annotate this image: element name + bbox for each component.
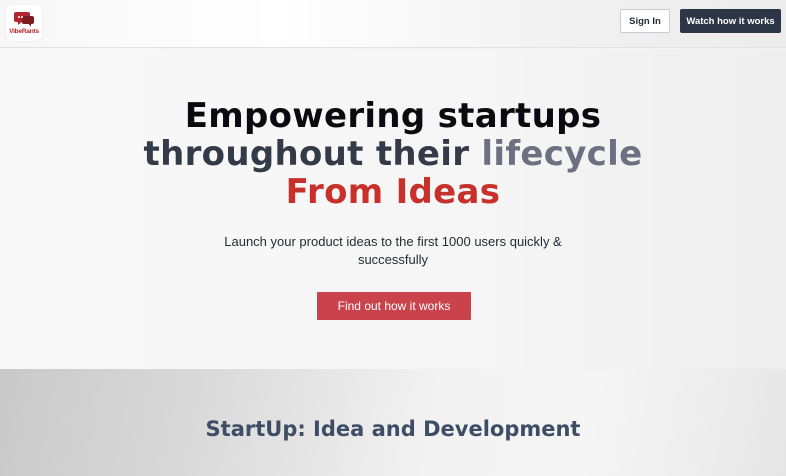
- hero-section: Empowering startups throughout their lif…: [0, 49, 786, 369]
- watch-how-it-works-button[interactable]: Watch how it works: [680, 9, 781, 33]
- speech-bubble-logo-icon: [14, 12, 34, 27]
- brand-logo[interactable]: VibeRants: [6, 5, 42, 41]
- hero-headline-line2-dark: throughout their: [143, 134, 470, 174]
- hero-headline-rotating-word: From Ideas: [285, 172, 501, 212]
- hero-headline-line2-gray: lifecycle: [481, 134, 643, 174]
- section-title: StartUp: Idea and Development: [205, 417, 581, 441]
- logo-text: VibeRants: [9, 28, 39, 35]
- hero-headline-line2: throughout their lifecycle: [0, 135, 786, 173]
- find-out-how-it-works-button[interactable]: Find out how it works: [317, 292, 471, 320]
- top-navbar: VibeRants Sign In Watch how it works: [0, 0, 786, 48]
- sign-in-button[interactable]: Sign In: [620, 9, 670, 33]
- hero-subtext: Launch your product ideas to the first 1…: [224, 234, 562, 267]
- startup-section: StartUp: Idea and Development: [0, 369, 786, 476]
- hero-headline-line1: Empowering startups: [184, 96, 602, 136]
